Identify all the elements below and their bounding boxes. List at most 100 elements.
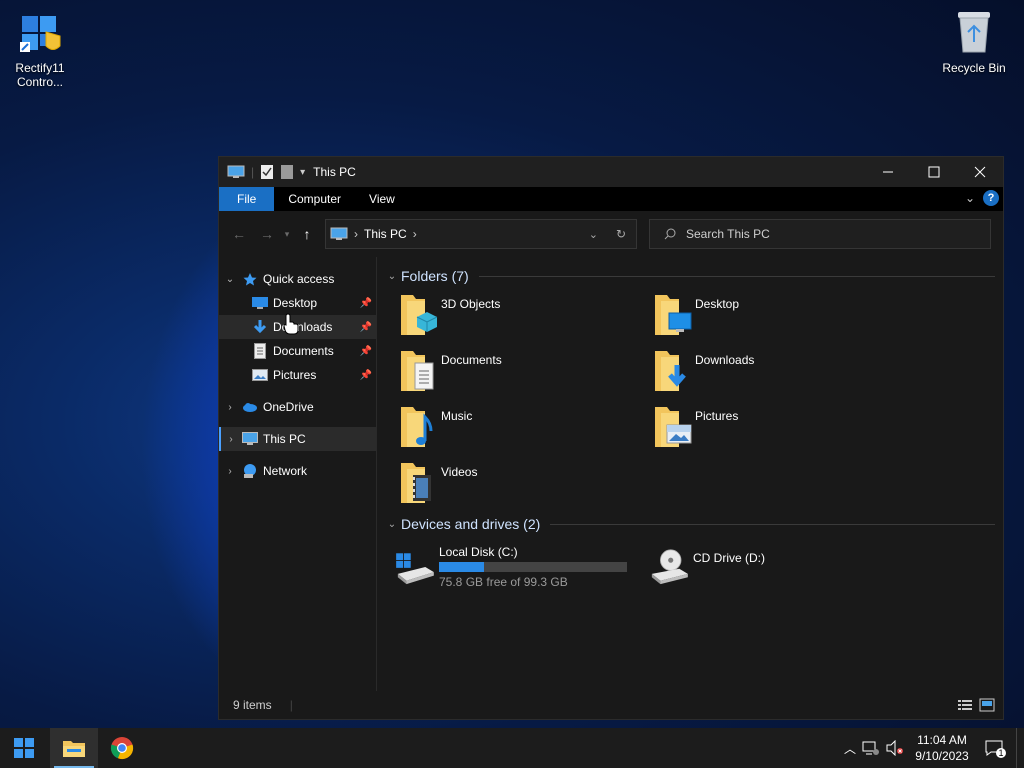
- hard-drive-icon: [396, 553, 434, 585]
- customize-toolbar-chevron-icon[interactable]: ▾: [300, 167, 305, 178]
- group-divider: [478, 275, 995, 277]
- show-desktop-button[interactable]: [1016, 728, 1018, 768]
- sidebar-item-label: Downloads: [273, 320, 333, 334]
- folder-3d-objects-icon: [401, 295, 438, 335]
- folder-3d-objects[interactable]: 3D Objects: [383, 293, 637, 341]
- address-bar[interactable]: › This PC › ⌄ ↻: [325, 219, 637, 249]
- expand-chevron-icon[interactable]: ›: [219, 402, 241, 413]
- help-icon[interactable]: ?: [983, 190, 999, 206]
- folder-music[interactable]: Music: [383, 405, 637, 453]
- breadcrumb-this-pc[interactable]: This PC: [364, 227, 407, 241]
- search-box[interactable]: Search This PC: [649, 219, 991, 249]
- expand-ribbon-chevron-icon[interactable]: ⌄: [965, 191, 975, 205]
- expand-chevron-icon[interactable]: ›: [221, 434, 241, 445]
- cloud-icon: [241, 399, 259, 415]
- group-divider: [550, 523, 995, 525]
- folder-downloads[interactable]: Downloads: [637, 349, 891, 397]
- collapse-chevron-icon[interactable]: ⌄: [219, 274, 241, 285]
- details-view-icon[interactable]: [957, 698, 973, 712]
- notification-count-badge: 1: [996, 748, 1006, 758]
- maximize-icon: [928, 166, 940, 178]
- folder-label: Pictures: [695, 409, 739, 423]
- sidebar-item-label: Pictures: [273, 368, 317, 382]
- folder-videos[interactable]: Videos: [383, 461, 637, 509]
- drive-free-space: 75.8 GB free of 99.3 GB: [439, 575, 568, 589]
- sidebar-item-label: Desktop: [273, 296, 318, 310]
- drive-cd-d[interactable]: CD Drive (D:): [637, 545, 891, 595]
- large-icons-view-icon[interactable]: [979, 698, 995, 712]
- folder-label: 3D Objects: [441, 297, 501, 311]
- sidebar-item-label: This PC: [263, 432, 306, 446]
- desktop-icon-rectify11[interactable]: Rectify11 Contro...: [2, 12, 78, 89]
- folder-desktop[interactable]: Desktop: [637, 293, 891, 341]
- back-arrow-icon[interactable]: ←: [225, 226, 253, 242]
- show-hidden-icons-chevron-icon[interactable]: ︿: [844, 740, 856, 757]
- sidebar-item-quick-access[interactable]: ⌄ Quick access: [219, 267, 376, 291]
- sidebar-item-network[interactable]: › Network: [219, 459, 376, 483]
- close-icon: [974, 166, 986, 178]
- breadcrumb-separator-icon[interactable]: ›: [413, 227, 417, 241]
- star-icon: [241, 271, 259, 287]
- sidebar-item-this-pc[interactable]: › This PC: [219, 427, 376, 451]
- recent-locations-chevron-icon[interactable]: ▾: [281, 229, 293, 240]
- group-title: Folders (7): [401, 268, 469, 284]
- content-pane: ⌄ Folders (7) 3D Objects Desktop Documen…: [283, 257, 1003, 691]
- group-header-devices[interactable]: ⌄ Devices and drives (2): [383, 511, 995, 537]
- sidebar-item-label: Network: [263, 464, 308, 478]
- window-title: This PC: [313, 165, 356, 179]
- folder-label: Documents: [441, 353, 502, 367]
- close-button[interactable]: [957, 157, 1003, 187]
- tab-computer[interactable]: Computer: [274, 187, 355, 211]
- minimize-button[interactable]: [865, 157, 911, 187]
- start-button[interactable]: [0, 728, 48, 768]
- forward-arrow-icon[interactable]: →: [253, 226, 281, 242]
- maximize-button[interactable]: [911, 157, 957, 187]
- taskbar-chrome[interactable]: [98, 728, 146, 768]
- up-arrow-icon[interactable]: ↑: [293, 226, 321, 242]
- mouse-cursor-hand-icon: [283, 313, 299, 335]
- network-icon: [241, 463, 259, 479]
- expand-chevron-icon[interactable]: ›: [219, 466, 241, 477]
- explorer-window: | ▾ This PC File Computer View ⌄ ? ← → ▾…: [218, 156, 1004, 720]
- folder-label: Music: [441, 409, 473, 423]
- sidebar-item-onedrive[interactable]: › OneDrive: [219, 395, 376, 419]
- minimize-icon: [883, 171, 893, 173]
- drive-local-disk-c[interactable]: Local Disk (C:) 75.8 GB free of 99.3 GB: [383, 545, 637, 595]
- ribbon-tabs: File Computer View ⌄ ?: [219, 187, 1003, 211]
- title-bar[interactable]: | ▾ This PC: [219, 157, 1003, 187]
- folder-label: Videos: [441, 465, 478, 479]
- sidebar-item-pictures[interactable]: Pictures 📌: [219, 363, 376, 387]
- desktop-icon-recycle-bin[interactable]: Recycle Bin: [936, 8, 1012, 75]
- speaker-muted-icon[interactable]: [886, 740, 904, 756]
- folder-label: Downloads: [695, 353, 755, 367]
- control-panel-icon: [20, 16, 61, 52]
- sidebar-item-desktop[interactable]: Desktop 📌: [219, 291, 376, 315]
- tab-view[interactable]: View: [355, 187, 409, 211]
- new-folder-icon[interactable]: [280, 164, 294, 180]
- collapse-chevron-icon[interactable]: ⌄: [383, 519, 401, 530]
- desktop-icon-label: Recycle Bin: [942, 61, 1006, 75]
- computer-icon: [241, 431, 259, 447]
- desktop-icon-label: Contro...: [16, 75, 64, 89]
- file-explorer-icon: [63, 741, 85, 757]
- refresh-icon[interactable]: ↻: [616, 227, 626, 241]
- pin-icon: 📌: [359, 321, 372, 333]
- pin-icon: 📌: [359, 369, 372, 381]
- taskbar-file-explorer[interactable]: [50, 728, 98, 768]
- address-history-chevron-icon[interactable]: ⌄: [589, 228, 598, 241]
- folder-documents[interactable]: Documents: [383, 349, 637, 397]
- properties-icon[interactable]: [260, 164, 274, 180]
- item-count: 9 items: [233, 698, 272, 712]
- status-divider: |: [289, 698, 293, 712]
- collapse-chevron-icon[interactable]: ⌄: [383, 271, 401, 282]
- clock[interactable]: 11:04 AM 9/10/2023: [910, 732, 974, 764]
- tab-file[interactable]: File: [219, 187, 275, 211]
- network-status-icon[interactable]: [862, 740, 880, 756]
- group-header-folders[interactable]: ⌄ Folders (7): [383, 263, 995, 289]
- folder-pictures[interactable]: Pictures: [637, 405, 891, 453]
- notification-center-button[interactable]: 1: [980, 736, 1008, 760]
- clock-time: 11:04 AM: [917, 733, 967, 747]
- drive-name: CD Drive (D:): [693, 551, 765, 565]
- folder-grid: 3D Objects Desktop Documents Downloads M…: [383, 293, 995, 509]
- sidebar-item-documents[interactable]: Documents 📌: [219, 339, 376, 363]
